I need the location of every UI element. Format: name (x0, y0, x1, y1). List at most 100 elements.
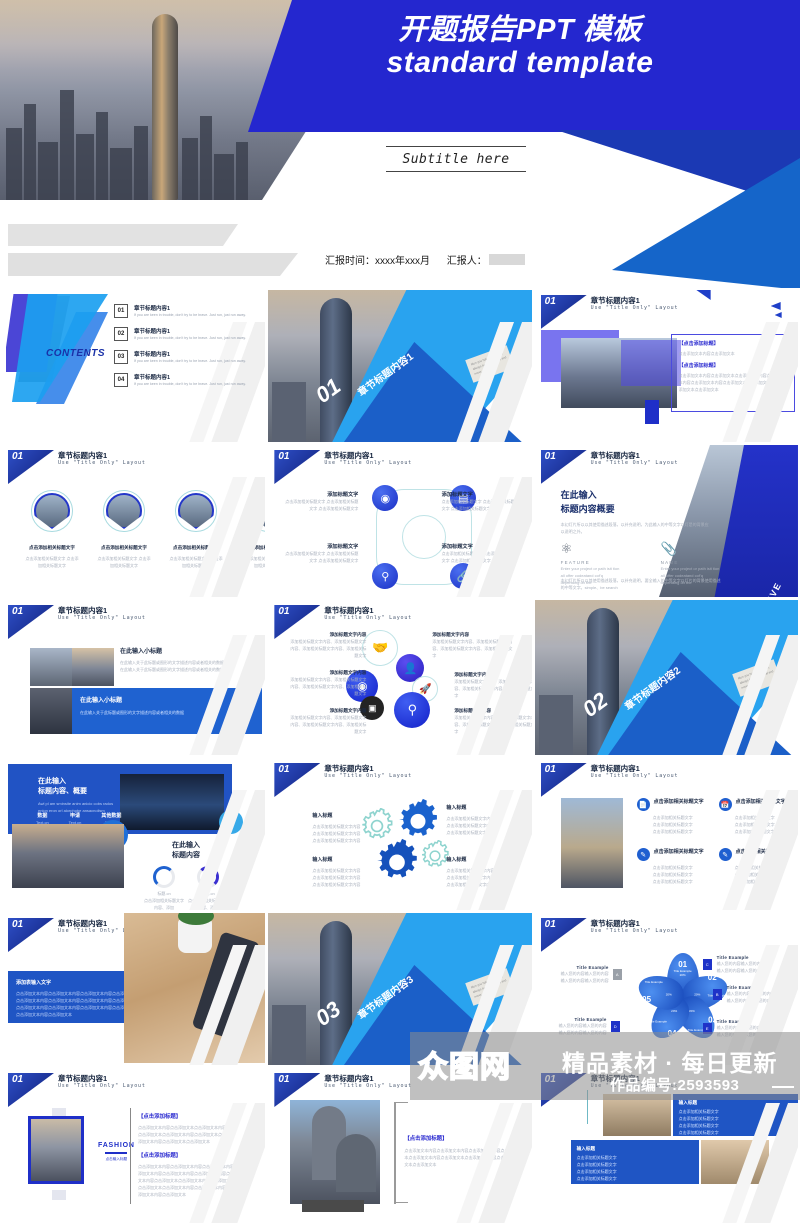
legend-desc: 输入您的内容输入您的内容 输入您的内容输入您的内容 (726, 991, 775, 1003)
list-item[interactable]: 点击添加相关标题文字 点击添加相关标题文字 点击添加相关标题文字 (96, 490, 152, 569)
pin-title: 点击添加相关标题文字 (173, 545, 219, 550)
cluster-label: 添加标题文字 点击添加相关标题文字 点击添加相关标题文字 点击添加相关标题文字 (442, 543, 518, 564)
toc-desc: If you are keen in trouble, don't try to… (134, 382, 246, 387)
slide-title: 章节标题内容1 (58, 451, 108, 460)
corner-number: 01 (278, 1074, 290, 1085)
toc-title: 章节标题内容1 (134, 306, 171, 312)
slide-stats[interactable]: 在此输入 标题内容、概要 Awl pl am sminsite anim ani… (2, 758, 266, 910)
slide-icon-list[interactable]: 01 章节标题内容1 Use "Title Only" Layout 📄 点击添… (534, 758, 798, 910)
list-item[interactable]: ✎ 点击添加相关标题文字 (718, 848, 793, 861)
toc-desc: If you are keen in trouble, don't try to… (134, 359, 246, 364)
slide-cluster[interactable]: 01 章节标题内容1 Use "Title Only" Layout ◉ ▤ ⚲… (268, 445, 532, 597)
list-item[interactable]: 04 章节标题内容1 If you are keen in trouble, do… (114, 373, 264, 388)
slide-header: 章节标题内容1 Use "Title Only" Layout (591, 296, 679, 311)
handshake-icon[interactable]: 🤝 (362, 630, 399, 666)
list-item[interactable]: 01 章节标题内容1 If you are keen in trouble, do… (114, 304, 264, 318)
card-heading-2: 【点击添加标题】 (678, 363, 719, 369)
slide-image-text[interactable]: 01 章节标题内容1 Use "Title Only" Layout 在此输入小… (2, 600, 266, 755)
corner-number: 01 (12, 919, 24, 930)
cover-title: 开题报告PPT 模板 standard template (270, 14, 770, 80)
contents-label: CONTENTS (46, 348, 105, 359)
slide-icon-chain[interactable]: 01 章节标题内容1 Use "Title Only" Layout 🤝 👤 🚀… (268, 600, 532, 755)
legend-key-a: A (612, 969, 622, 980)
photo-left (560, 798, 623, 888)
list-item[interactable]: 📄 点击添加相关标题文字 (636, 798, 711, 811)
pen-icon: ✎ (718, 848, 732, 861)
list-item[interactable]: 📅 点击添加相关标题文字 (718, 798, 793, 811)
slide-gears[interactable]: 01 章节标题内容1 Use "Title Only" Layout 输入标题 … (268, 758, 532, 910)
slide-header: 章节标题内容1 Use "Title Only" Layout (58, 1074, 146, 1089)
slide-pins[interactable]: 01 章节标题内容1 Use "Title Only" Layout 点击添加相… (2, 445, 266, 597)
slide-header: 章节标题内容1 Use "Title Only" Layout (324, 606, 412, 621)
label-desc: 点击添加相关标题文字内容 点击添加相关标题文字内容 点击添加相关标题文字内容 (446, 816, 495, 835)
pin-desc: 点击添加相关标题文字 点击添加相关标题文字 (169, 556, 223, 569)
petal-num: 01 (678, 960, 688, 969)
card-lines: 点击添加相关标题文字 点击添加相关标题文字 点击添加相关标题文字 点击添加相关标… (576, 1155, 617, 1181)
list-item[interactable]: 点击添加相关标题文字 点击添加相关标题文字 点击添加相关标题文字 (240, 490, 266, 569)
fashion-photo-frame (28, 1116, 84, 1184)
cover-title-en: standard template (386, 46, 654, 80)
toc-title: 章节标题内容1 (134, 375, 171, 382)
gear-icon-dark (396, 798, 440, 842)
item-title: 点击添加相关标题文字 (653, 849, 704, 855)
label-desc: 点击添加相关标题文字 点击添加相关标题文字 点击添加相关标题文字 (441, 551, 515, 563)
paperclip-icon: 📎 (660, 541, 677, 556)
slide-phone[interactable]: 01 章节标题内容1 Use "Title Only" Layout 添加表输入… (2, 913, 266, 1065)
legend-key-d: D (610, 1021, 620, 1032)
item-title: 点击添加相关标题文字 (735, 849, 786, 855)
pin-title: 点击添加相关标题文字 (245, 545, 265, 550)
corner-number: 01 (544, 919, 556, 930)
map-pin-icon (175, 490, 217, 539)
label-title: 输入标题 (312, 857, 333, 863)
item-title: 点击添加相关标题文字 (653, 799, 704, 805)
card-heading: 输入标题 (678, 1100, 698, 1105)
slide-fashion[interactable]: 01 章节标题内容1 Use "Title Only" Layout FASHI… (2, 1068, 266, 1223)
card-text-1: 点击添加文本内容点击添加文本 (678, 351, 735, 356)
chain-label: 添加标题文字内容 添加相关标题文字内容、添加相关标题文字内容、添加相关标题文字内… (290, 708, 366, 735)
list-item[interactable]: 点击添加相关标题文字 点击添加相关标题文字 点击添加相关标题文字 (168, 490, 224, 569)
link-icon[interactable]: 🔗 (450, 563, 477, 589)
decor-bracket-top (394, 1102, 409, 1104)
list-item[interactable]: 点击添加相关标题文字 点击添加相关标题文字 点击添加相关标题文字 (24, 490, 80, 569)
petal-num: 02 (707, 973, 717, 983)
legend-desc: 输入您的内容输入您的内容 输入您的内容输入您的内容 (716, 961, 765, 973)
photo-thumb (30, 688, 72, 734)
text-body-1: 点击添加文本内容点击添加文本点击添加文本内容 点击添加文本点击添加文本内容点击添… (138, 1125, 226, 1144)
decor-bracket (394, 1102, 396, 1204)
list-item[interactable]: 02 章节标题内容1 If you are keen in trouble, do… (114, 327, 264, 342)
overlay-accent-bar (644, 400, 659, 424)
list-item[interactable]: 03 章节标题内容1 If you are keen in trouble, do… (114, 350, 264, 365)
slide-contents[interactable]: CONTENTS 01 章节标题内容1 If you are keen in tr… (2, 290, 266, 442)
gear-label: 输入标题 点击添加相关标题文字内容 点击添加相关标题文字内容 点击添加相关标题文… (312, 812, 388, 844)
label-title: 添加标题文字 (327, 492, 359, 498)
search-icon[interactable]: ⚲ (372, 563, 399, 589)
slide-overlay-card[interactable]: 01 章节标题内容1 Use "Title Only" Layout 【点击添加… (534, 290, 798, 442)
toc-number: 04 (114, 373, 128, 388)
slide-creative[interactable]: 01 章节标题内容1 Use "Title Only" Layout CREAT… (534, 445, 798, 597)
chain-label: 添加标题文字内容 添加相关标题文字内容、添加相关标题文字内容、添加相关标题文字内… (454, 672, 531, 699)
ppt-template-preview: 开题报告PPT 模板 standard template Subtitle he… (0, 0, 800, 1223)
pin-desc: 点击添加相关标题文字 点击添加相关标题文字 (97, 556, 151, 569)
slide-divider-01[interactable]: 01 章节标题内容1 Mon you hake an joonen, alway… (268, 290, 532, 442)
donut-cap: 标题.cn (201, 891, 215, 896)
corner-number: 01 (278, 451, 290, 462)
divider-graphic: 01 章节标题内容1 Mon you hake an joonen, alway… (268, 290, 532, 442)
item-desc: 点击添加相关标题文字 点击添加相关标题文字 点击添加相关标题文字 (652, 815, 693, 834)
phone-photo (124, 913, 266, 1063)
slide-divider-02[interactable]: 02 章节标题内容2 Mon you hake an joonen, alway… (534, 600, 798, 755)
search-pin-icon[interactable]: ⚲ (394, 692, 431, 728)
slide-title: 章节标题内容1 (590, 919, 640, 928)
slide-subtitle: Use "Title Only" Layout (324, 773, 412, 780)
slide-subtitle: Use "Title Only" Layout (58, 615, 146, 622)
legend-c: Title Example 输入您的内容输入您的内容 输入您的内容输入您的内容 (717, 955, 779, 974)
gear-label: 输入标题 点击添加相关标题文字内容 点击添加相关标题文字内容 点击添加相关标题文… (312, 856, 388, 888)
chain-label: 添加标题文字内容 添加相关标题文字内容、添加相关标题文字内容、添加相关标题文字内… (290, 670, 366, 697)
slide-title: 章节标题内容1 (324, 451, 374, 460)
stat-num: 数据 (37, 813, 48, 819)
label-desc: 添加相关标题文字内容、添加相关标题文字内容、添加相关标题文字内容、添加相关标题文… (290, 715, 367, 734)
list-item[interactable]: ✎ 点击添加相关标题文字 (636, 848, 711, 861)
toc-title: 章节标题内容1 (134, 352, 171, 359)
photo-card-2 (700, 1140, 769, 1184)
highlight-strip: 在此输入小标题 在此输入关于此标题或图形的文字描述内容或者相关的数据 (72, 688, 262, 734)
slide-header: 章节标题内容1 Use "Title Only" Layout (591, 764, 679, 779)
